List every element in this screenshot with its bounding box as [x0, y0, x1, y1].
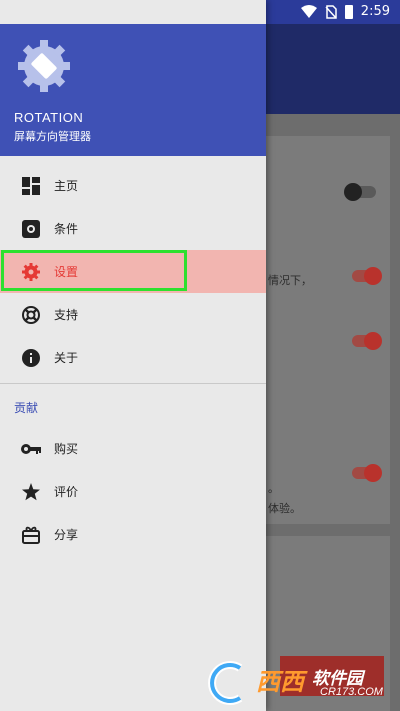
menu-item-label: 主页 [54, 179, 79, 193]
menu-item-label: 关于 [54, 351, 79, 365]
background-text-3: 体验。 [268, 502, 301, 515]
watermark-brand: 西西 [256, 669, 304, 696]
rotation-app-logo-icon [18, 40, 70, 92]
lifebuoy-icon [21, 305, 41, 325]
contribute-menu: 购买 评价 分享 [0, 427, 266, 556]
contribute-section-title: 贡献 [14, 401, 39, 415]
menu-item-support[interactable]: 支持 [0, 293, 266, 336]
watermark-url: CR173.COM [320, 686, 383, 698]
background-toggle-4 [352, 464, 382, 482]
wifi-icon [300, 4, 317, 18]
app-subtitle: 屏幕方向管理器 [14, 130, 91, 143]
drawer-header: ROTATION 屏幕方向管理器 [0, 24, 266, 156]
background-toggle-1 [344, 183, 376, 201]
app-title: ROTATION [14, 110, 84, 125]
menu-item-label: 评价 [54, 485, 79, 499]
dashboard-icon [21, 176, 41, 196]
background-text-2: 。 [268, 482, 279, 495]
menu-item-about[interactable]: 关于 [0, 336, 266, 379]
menu-item-rate[interactable]: 评价 [0, 470, 266, 513]
key-icon [21, 439, 41, 459]
selection-highlight-box [1, 250, 187, 291]
conditions-icon [21, 219, 41, 239]
info-icon [21, 348, 41, 368]
menu-divider [0, 383, 266, 384]
background-app-bar [266, 24, 400, 114]
menu-item-purchase[interactable]: 购买 [0, 427, 266, 470]
watermark-logo-icon [208, 661, 243, 705]
gift-icon [21, 525, 41, 545]
menu-item-conditions[interactable]: 条件 [0, 207, 266, 250]
watermark: 西西 软件园 CR173.COM [200, 660, 396, 706]
menu-item-share[interactable]: 分享 [0, 513, 266, 556]
no-sim-icon [325, 4, 337, 19]
background-toggle-2 [352, 267, 382, 285]
menu-item-label: 支持 [54, 308, 79, 322]
menu-item-home[interactable]: 主页 [0, 164, 266, 207]
star-icon [21, 482, 41, 502]
battery-icon [344, 4, 353, 19]
menu-item-label: 条件 [54, 222, 79, 236]
background-toggle-3 [352, 332, 382, 350]
menu-item-label: 分享 [54, 528, 79, 542]
background-text-1: 情况下， [268, 274, 312, 287]
navigation-drawer: ROTATION 屏幕方向管理器 主页 条件 设置 支持 关于 贡献 购买 评价… [0, 0, 266, 711]
clock: 2:59 [360, 4, 390, 19]
menu-item-label: 购买 [54, 442, 79, 456]
